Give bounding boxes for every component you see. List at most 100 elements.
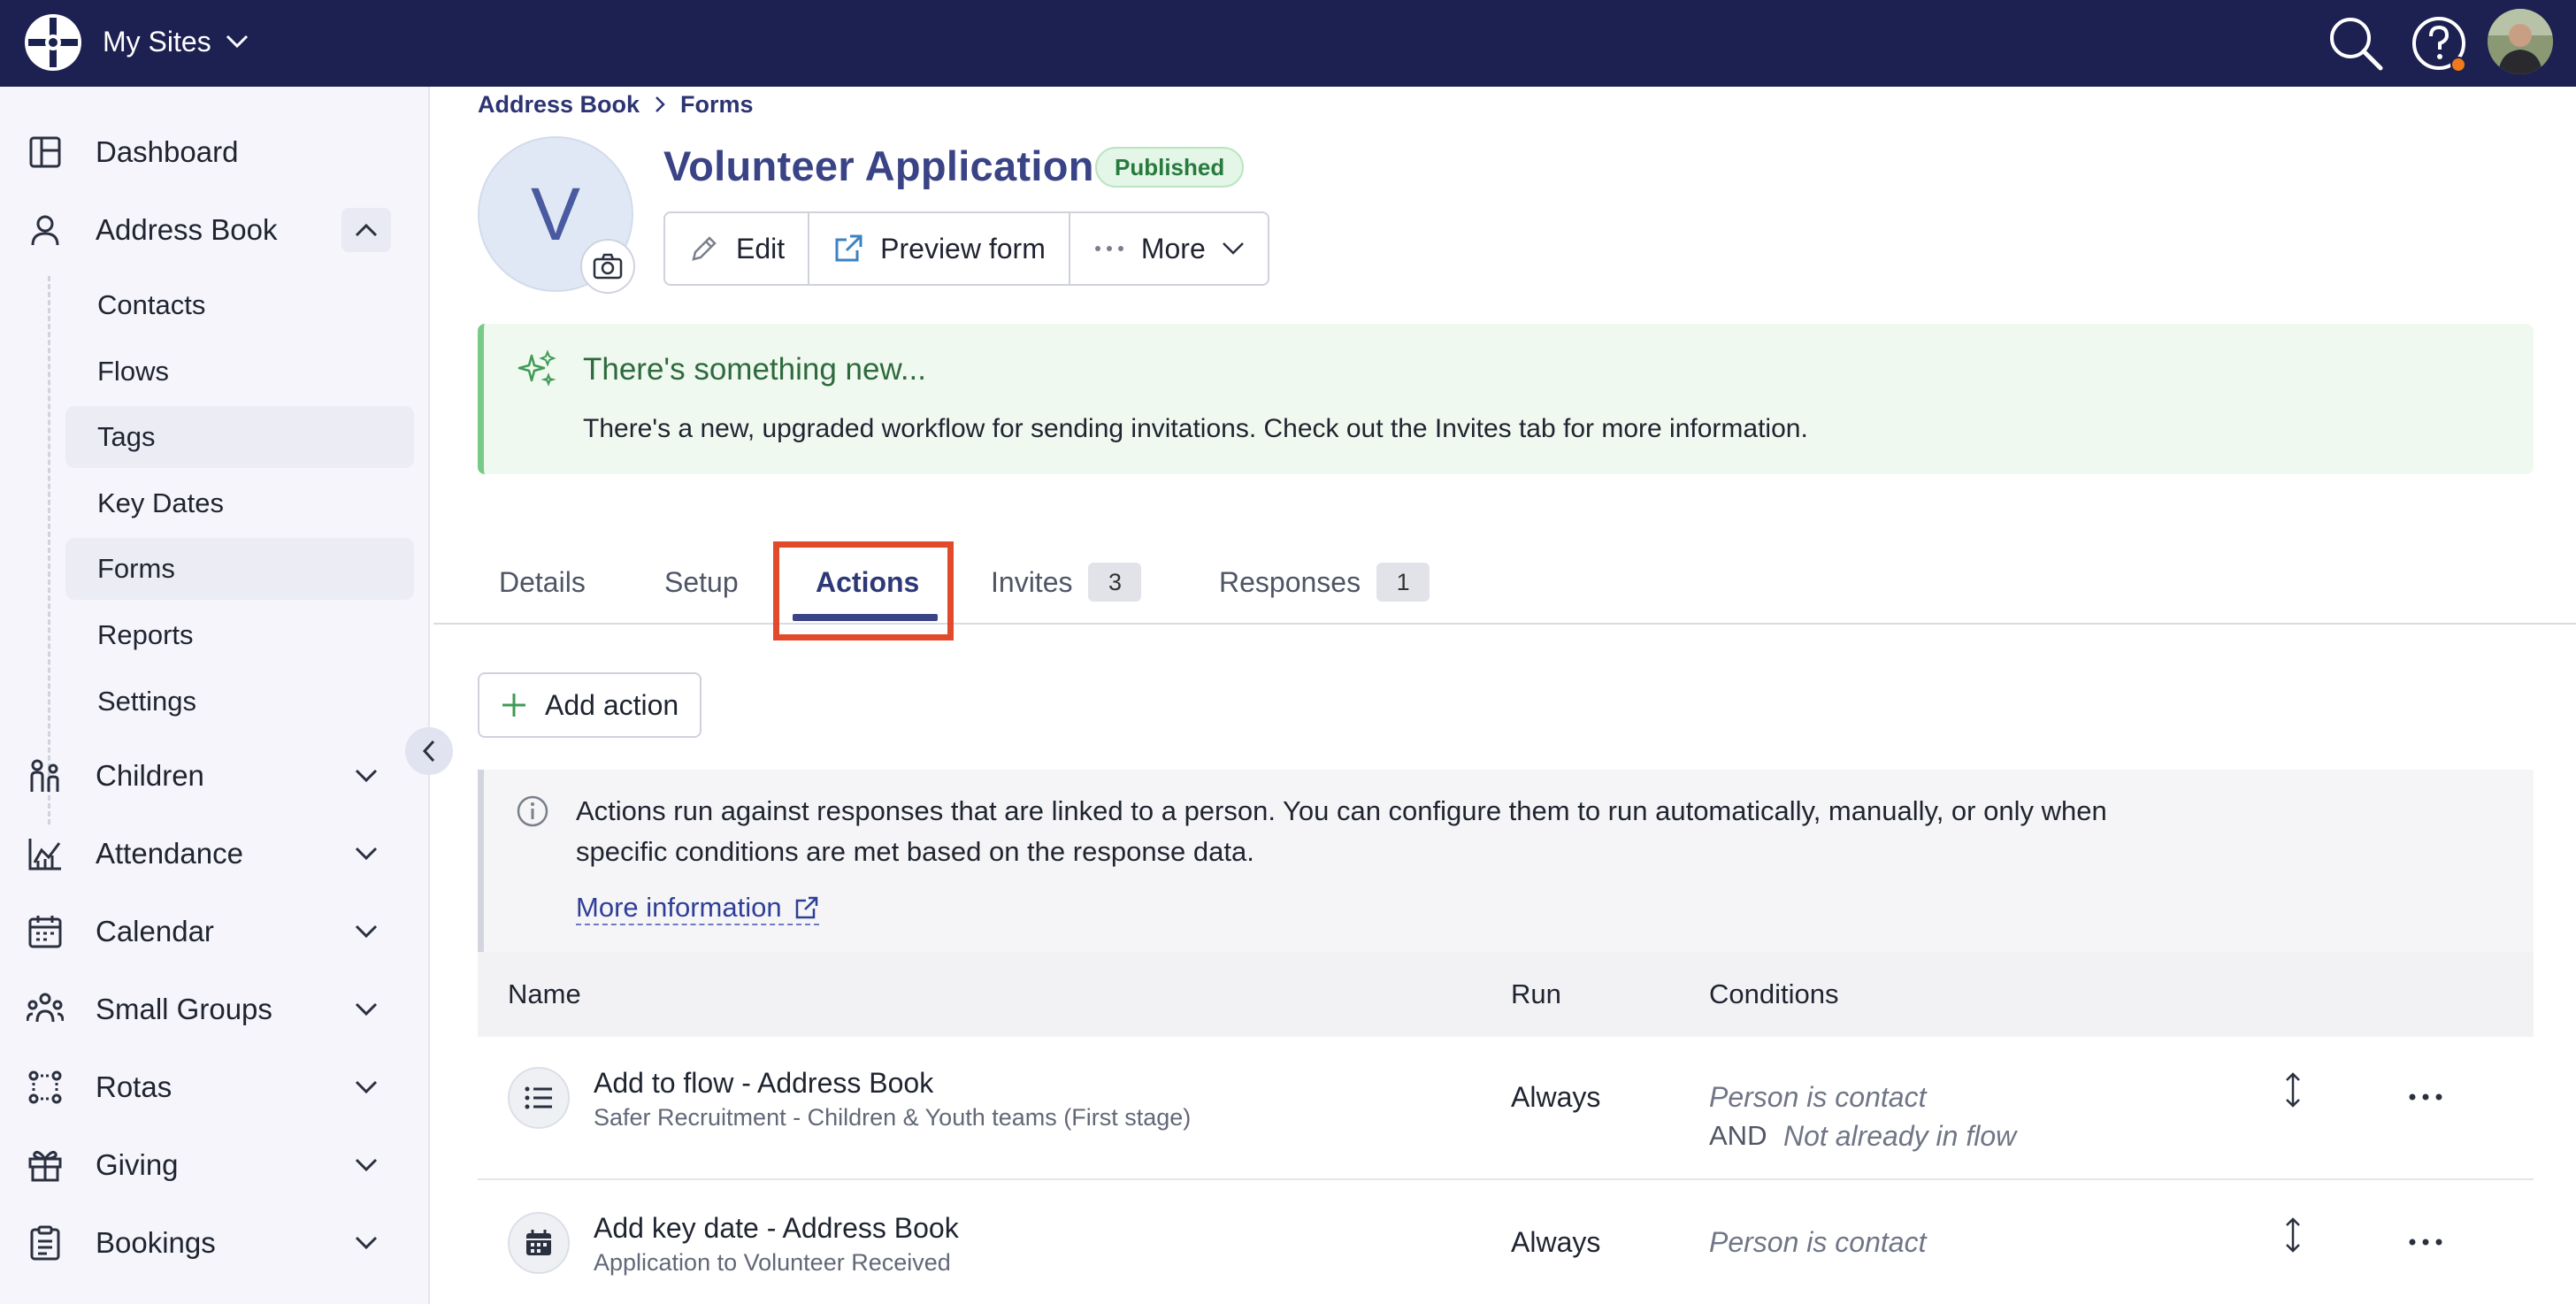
info-icon xyxy=(517,795,548,827)
chevron-down-icon[interactable] xyxy=(341,754,391,798)
more-information-label: More information xyxy=(576,892,782,923)
notice-text: There's a new, upgraded workflow for sen… xyxy=(583,414,1808,443)
actions-info-box: Actions run against responses that are l… xyxy=(478,770,2534,952)
list-icon xyxy=(508,1067,570,1129)
user-avatar[interactable] xyxy=(2488,9,2553,74)
form-toolbar: Edit Preview form More xyxy=(663,211,1269,286)
sidebar-item-rotas[interactable]: Rotas xyxy=(0,1052,430,1123)
chevron-down-icon[interactable] xyxy=(341,832,391,876)
action-title[interactable]: Add to flow - Address Book xyxy=(594,1067,933,1100)
breadcrumb-link-forms[interactable]: Forms xyxy=(680,91,754,119)
change-photo-button[interactable] xyxy=(580,239,635,294)
preview-form-button[interactable]: Preview form xyxy=(809,213,1070,284)
table-row[interactable]: Add to flow - Address Book Safer Recruit… xyxy=(478,1037,2534,1180)
sidebar-item-bookings[interactable]: Bookings xyxy=(0,1208,430,1278)
sidebar-item-label: Small Groups xyxy=(96,993,272,1025)
plus-icon xyxy=(502,694,525,717)
condition: Person is contact xyxy=(1709,1226,1927,1258)
breadcrumb: Address Book Forms xyxy=(478,88,754,120)
chevron-down-icon[interactable] xyxy=(341,1221,391,1265)
app-logo-icon[interactable] xyxy=(23,12,83,73)
tab-responses[interactable]: Responses 1 xyxy=(1219,540,1430,625)
run-value: Always xyxy=(1511,1081,1601,1113)
sidebar-item-small-groups[interactable]: Small Groups xyxy=(0,974,430,1045)
sidebar-item-label: Bookings xyxy=(96,1226,216,1259)
table-row[interactable]: Add key date - Address Book Application … xyxy=(478,1182,2534,1304)
sidebar-item-attendance[interactable]: Attendance xyxy=(0,818,430,889)
chevron-down-icon[interactable] xyxy=(341,1065,391,1109)
collapse-sidebar-button[interactable] xyxy=(405,727,453,775)
sidebar-item-dashboard[interactable]: Dashboard xyxy=(0,117,430,188)
help-icon[interactable] xyxy=(2408,12,2470,74)
tab-label: Responses xyxy=(1219,565,1361,598)
chevron-down-icon[interactable] xyxy=(341,987,391,1032)
sidebar-subitem-forms[interactable]: Forms xyxy=(65,538,414,600)
edit-button[interactable]: Edit xyxy=(665,213,810,284)
site-switcher-label: My Sites xyxy=(103,25,211,58)
action-subtitle: Safer Recruitment - Children & Youth tea… xyxy=(594,1104,1192,1131)
tab-setup[interactable]: Setup xyxy=(664,540,739,625)
new-feature-notice: There's something new... There's a new, … xyxy=(478,324,2534,474)
action-subtitle: Application to Volunteer Received xyxy=(594,1249,951,1276)
add-action-button[interactable]: Add action xyxy=(478,672,702,738)
calendar-icon xyxy=(508,1212,570,1274)
sidebar-subitem-settings[interactable]: Settings xyxy=(65,671,414,733)
more-label: More xyxy=(1140,232,1206,265)
more-menu-button[interactable]: More xyxy=(1070,213,1268,284)
site-switcher[interactable]: My Sites xyxy=(103,19,249,64)
column-header-run[interactable]: Run xyxy=(1511,952,1561,1037)
camera-icon xyxy=(593,253,623,280)
sidebar-item-label: Rotas xyxy=(96,1070,172,1103)
tab-details[interactable]: Details xyxy=(499,540,586,625)
condition: Not already in flow xyxy=(1783,1120,2017,1152)
chevron-up-icon[interactable] xyxy=(341,208,391,252)
sparkles-icon xyxy=(518,349,556,387)
sidebar-subitem-flows[interactable]: Flows xyxy=(65,341,414,403)
status-badge: Published xyxy=(1095,147,1245,188)
chevron-left-icon xyxy=(422,740,435,763)
group-icon xyxy=(27,991,64,1028)
sidebar-item-calendar[interactable]: Calendar xyxy=(0,896,430,967)
person-icon xyxy=(27,211,64,249)
reorder-handle-icon[interactable] xyxy=(2273,1210,2312,1260)
breadcrumb-link-address-book[interactable]: Address Book xyxy=(478,91,640,119)
sidebar-item-address-book[interactable]: Address Book xyxy=(0,195,430,265)
column-header-name[interactable]: Name xyxy=(508,952,581,1037)
clipboard-icon xyxy=(27,1224,64,1262)
tab-bar: Details Setup Actions Invites 3 Responses… xyxy=(433,540,2576,625)
more-information-link[interactable]: More information xyxy=(576,892,819,925)
chevron-down-icon[interactable] xyxy=(341,1143,391,1187)
edit-button-label: Edit xyxy=(736,232,786,265)
column-header-conditions[interactable]: Conditions xyxy=(1709,952,1838,1037)
tab-label: Details xyxy=(499,565,586,598)
action-title[interactable]: Add key date - Address Book xyxy=(594,1212,959,1245)
chevron-right-icon xyxy=(656,96,665,112)
row-more-button[interactable] xyxy=(2392,1072,2459,1122)
dashboard-icon xyxy=(27,134,64,171)
ellipsis-icon xyxy=(2409,1239,2442,1246)
run-value: Always xyxy=(1511,1226,1601,1258)
sidebar-item-label: Dashboard xyxy=(96,135,239,168)
chart-icon xyxy=(27,835,64,872)
tab-label: Setup xyxy=(664,565,739,598)
external-link-icon xyxy=(795,896,817,919)
ellipsis-icon xyxy=(2409,1093,2442,1101)
chevron-down-icon[interactable] xyxy=(341,909,391,954)
ellipsis-icon xyxy=(1094,246,1123,251)
search-icon[interactable] xyxy=(2325,12,2387,74)
sidebar-item-giving[interactable]: Giving xyxy=(0,1130,430,1200)
count-badge: 3 xyxy=(1088,563,1142,602)
sidebar-item-label: Attendance xyxy=(96,837,243,870)
sidebar-subitem-tags[interactable]: Tags xyxy=(65,406,414,468)
sidebar-item-children[interactable]: Children xyxy=(0,740,430,811)
sidebar-subitem-key-dates[interactable]: Key Dates xyxy=(65,472,414,534)
page-title: Volunteer Application xyxy=(663,142,1094,189)
notice-title: There's something new... xyxy=(583,352,926,387)
sidebar-subitem-reports[interactable]: Reports xyxy=(65,604,414,666)
row-more-button[interactable] xyxy=(2392,1217,2459,1267)
reorder-handle-icon[interactable] xyxy=(2273,1065,2312,1115)
calendar-icon xyxy=(27,913,64,950)
tab-invites[interactable]: Invites 3 xyxy=(991,540,1142,625)
sidebar-subitem-contacts[interactable]: Contacts xyxy=(65,274,414,336)
info-text: Actions run against responses that are l… xyxy=(576,795,2107,867)
